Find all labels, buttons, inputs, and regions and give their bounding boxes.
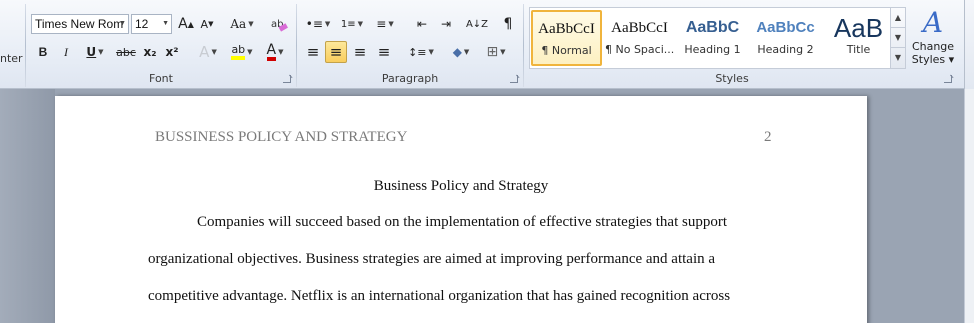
style-name: Heading 2 xyxy=(757,43,814,56)
sort-button[interactable]: A↓Z xyxy=(464,13,490,35)
styles-group-label: Styles xyxy=(715,72,749,85)
font-group-label: Font xyxy=(149,72,173,85)
clear-formatting-button[interactable]: ab xyxy=(268,13,290,35)
highlight-button[interactable]: ab ▼ xyxy=(226,41,258,63)
text-effects-icon: A xyxy=(199,43,210,61)
shrink-font-icon: A xyxy=(200,17,209,31)
shrink-font-button[interactable]: A ▼ xyxy=(197,13,217,35)
borders-icon: ⊞ xyxy=(486,44,499,60)
style-normal[interactable]: AaBbCcI ¶ Normal xyxy=(531,10,602,66)
borders-button[interactable]: ⊞ ▼ xyxy=(480,41,512,63)
bullets-icon: •≡ xyxy=(305,17,323,31)
font-name-value: Times New Rom xyxy=(35,17,124,31)
body-line-2: organizational objectives. Business stra… xyxy=(148,251,716,267)
chevron-down-icon[interactable]: ▼ xyxy=(119,15,126,33)
style-name: Title xyxy=(846,43,871,56)
chevron-down-icon[interactable]: ▼ xyxy=(162,15,169,33)
styles-dialog-launcher[interactable] xyxy=(944,75,952,83)
decrease-indent-button[interactable]: ⇤ xyxy=(411,13,433,35)
style-name: ¶ Normal xyxy=(541,44,592,57)
ribbon-right-edge xyxy=(964,0,974,89)
shading-button[interactable]: ◆ ▼ xyxy=(444,41,478,63)
page-header-title: BUSSINESS POLICY AND STRATEGY xyxy=(155,129,408,145)
font-dialog-launcher[interactable] xyxy=(283,75,291,83)
change-styles-icon: A xyxy=(922,6,944,39)
increase-indent-button[interactable]: ⇥ xyxy=(435,13,457,35)
style-sample: AaBbCc xyxy=(756,19,815,36)
underline-button[interactable]: U ▼ xyxy=(80,41,110,63)
align-center-button[interactable]: ≡ xyxy=(325,41,347,63)
line-spacing-icon: ↕≡ xyxy=(408,45,427,59)
clipboard-fragment[interactable]: nter xyxy=(0,52,23,65)
numbering-icon: 1≡ xyxy=(340,18,356,30)
font-name-combo[interactable]: Times New Rom ▼ xyxy=(31,14,129,34)
highlight-icon: ab xyxy=(231,44,246,60)
style-sample: AaB xyxy=(833,13,884,43)
underline-icon: U xyxy=(86,45,97,59)
font-size-combo[interactable]: 12 ▼ xyxy=(131,14,172,34)
document-title: Business Policy and Strategy xyxy=(373,178,549,194)
superscript-button[interactable]: x² xyxy=(162,41,182,63)
more-styles-icon[interactable]: ▼ xyxy=(891,48,905,68)
clear-formatting-icon: ab xyxy=(271,19,288,32)
text-effects-button[interactable]: A ▼ xyxy=(194,41,222,63)
change-styles-button[interactable]: A Change Styles ▾ xyxy=(908,6,958,70)
document-left-margin xyxy=(0,89,55,323)
scroll-up-icon[interactable]: ▲ xyxy=(891,8,905,28)
show-formatting-marks-button[interactable]: ¶ xyxy=(498,13,518,35)
numbering-button[interactable]: 1≡ ▼ xyxy=(336,13,368,35)
style-title[interactable]: AaB Title xyxy=(823,10,894,66)
style-no-spacing[interactable]: AaBbCcI ¶ No Spaci... xyxy=(604,10,675,66)
grow-font-icon: A xyxy=(178,16,188,32)
line-spacing-button[interactable]: ↕≡ ▼ xyxy=(405,41,437,63)
bullets-button[interactable]: •≡ ▼ xyxy=(303,13,333,35)
ribbon: nter Times New Rom ▼ 12 ▼ A ▲ A ▼ Aa ▼ ab B… xyxy=(0,0,974,89)
paragraph-dialog-launcher[interactable] xyxy=(510,75,518,83)
document-page[interactable]: BUSSINESS POLICY AND STRATEGY 2 Business… xyxy=(55,96,867,323)
styles-gallery: AaBbCcI ¶ Normal AaBbCcI ¶ No Spaci... A… xyxy=(529,7,894,69)
style-sample: AaBbCcI xyxy=(538,21,595,37)
styles-gallery-scroll[interactable]: ▲ ▼ ▼ xyxy=(890,7,906,69)
multilevel-list-button[interactable]: ≡ ▼ xyxy=(371,13,399,35)
multilevel-list-icon: ≡ xyxy=(376,17,387,31)
style-sample: AaBbCcI xyxy=(611,20,668,36)
align-right-button[interactable]: ≡ xyxy=(349,41,371,63)
style-name: Heading 1 xyxy=(684,43,741,56)
bold-button[interactable]: B xyxy=(33,41,53,63)
change-case-icon: Aa xyxy=(230,17,247,31)
grow-font-button[interactable]: A ▲ xyxy=(176,13,196,35)
justify-button[interactable]: ≡ xyxy=(373,41,395,63)
body-line-3: competitive advantage. Netflix is an int… xyxy=(148,288,731,304)
align-left-button[interactable]: ≡ xyxy=(302,41,324,63)
paint-bucket-icon: ◆ xyxy=(452,45,462,59)
change-styles-label: Change xyxy=(911,40,955,53)
style-sample: AaBbC xyxy=(685,19,740,36)
style-name: ¶ No Spaci... xyxy=(605,43,674,56)
style-heading-2[interactable]: AaBbCc Heading 2 xyxy=(750,10,821,66)
scroll-down-icon[interactable]: ▼ xyxy=(891,28,905,48)
change-styles-label-2: Styles ▾ xyxy=(911,53,955,66)
change-case-button[interactable]: Aa ▼ xyxy=(226,13,258,35)
font-color-button[interactable]: A ▼ xyxy=(260,41,290,63)
page-number: 2 xyxy=(764,129,772,145)
vertical-scrollbar[interactable] xyxy=(964,89,974,323)
font-size-value: 12 xyxy=(135,17,149,31)
style-heading-1[interactable]: AaBbC Heading 1 xyxy=(677,10,748,66)
body-line-1: Companies will succeed based on the impl… xyxy=(197,214,727,230)
italic-button[interactable]: I xyxy=(56,41,76,63)
font-color-icon: A xyxy=(266,43,277,61)
strikethrough-button[interactable]: abc xyxy=(114,41,138,63)
paragraph-group-label: Paragraph xyxy=(381,72,439,85)
subscript-button[interactable]: x₂ xyxy=(140,41,160,63)
